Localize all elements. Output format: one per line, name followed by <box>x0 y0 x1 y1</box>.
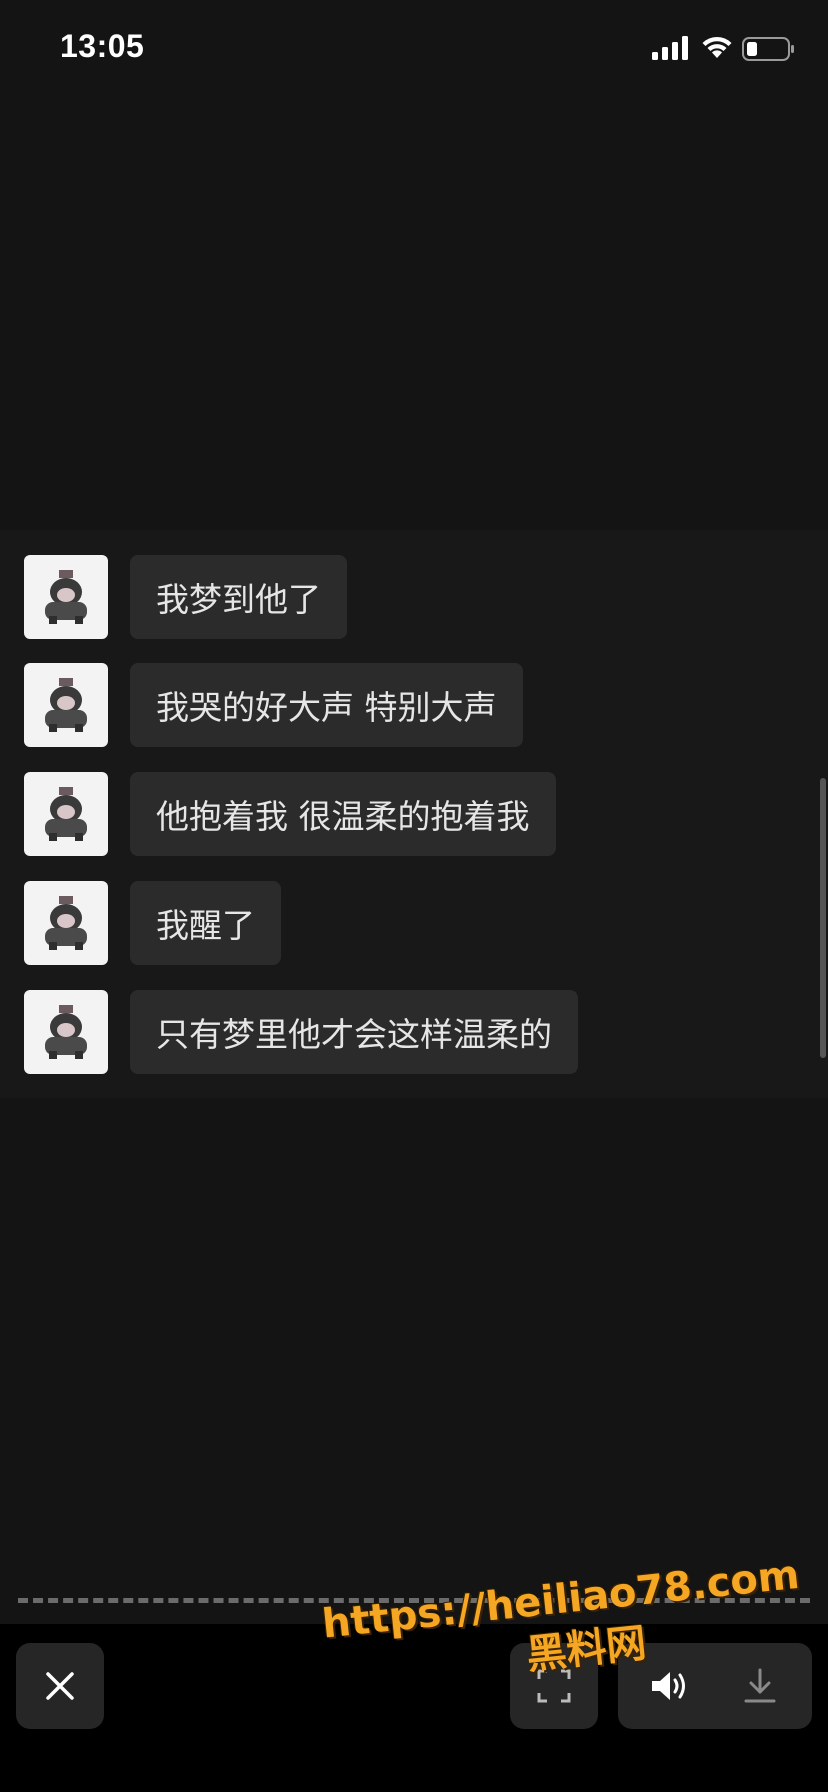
battery-icon <box>742 37 794 61</box>
wifi-icon <box>702 36 732 58</box>
avatar[interactable] <box>24 990 108 1074</box>
message-row: 我梦到他了 <box>24 555 347 639</box>
message-bubble[interactable]: 只有梦里他才会这样温柔的 <box>130 990 578 1074</box>
avatar[interactable] <box>24 663 108 747</box>
close-icon <box>46 1672 74 1700</box>
message-row: 我哭的好大声 特别大声 <box>24 663 523 747</box>
avatar[interactable] <box>24 881 108 965</box>
message-row: 只有梦里他才会这样温柔的 <box>24 990 578 1074</box>
avatar[interactable] <box>24 555 108 639</box>
speaker-icon <box>652 1672 685 1700</box>
screen: 13:05 我梦到他了 我哭的好大声 特别大声 他抱着我 很温柔的抱着我 我醒了… <box>0 0 828 1792</box>
avatar-figure-icon <box>45 570 87 624</box>
message-row: 他抱着我 很温柔的抱着我 <box>24 772 556 856</box>
avatar-figure-icon <box>45 787 87 841</box>
avatar[interactable] <box>24 772 108 856</box>
message-row: 我醒了 <box>24 881 281 965</box>
download-icon <box>744 1668 776 1703</box>
scrollbar[interactable] <box>820 778 826 1058</box>
status-bar: 13:05 <box>0 0 828 100</box>
message-bubble[interactable]: 我梦到他了 <box>130 555 347 639</box>
signal-icon <box>652 36 688 60</box>
message-bubble[interactable]: 我醒了 <box>130 881 281 965</box>
message-bubble[interactable]: 我哭的好大声 特别大声 <box>130 663 523 747</box>
close-button[interactable] <box>16 1643 104 1729</box>
avatar-figure-icon <box>45 1005 87 1059</box>
message-bubble[interactable]: 他抱着我 很温柔的抱着我 <box>130 772 556 856</box>
avatar-figure-icon <box>45 896 87 950</box>
avatar-figure-icon <box>45 678 87 732</box>
status-time: 13:05 <box>60 28 145 64</box>
